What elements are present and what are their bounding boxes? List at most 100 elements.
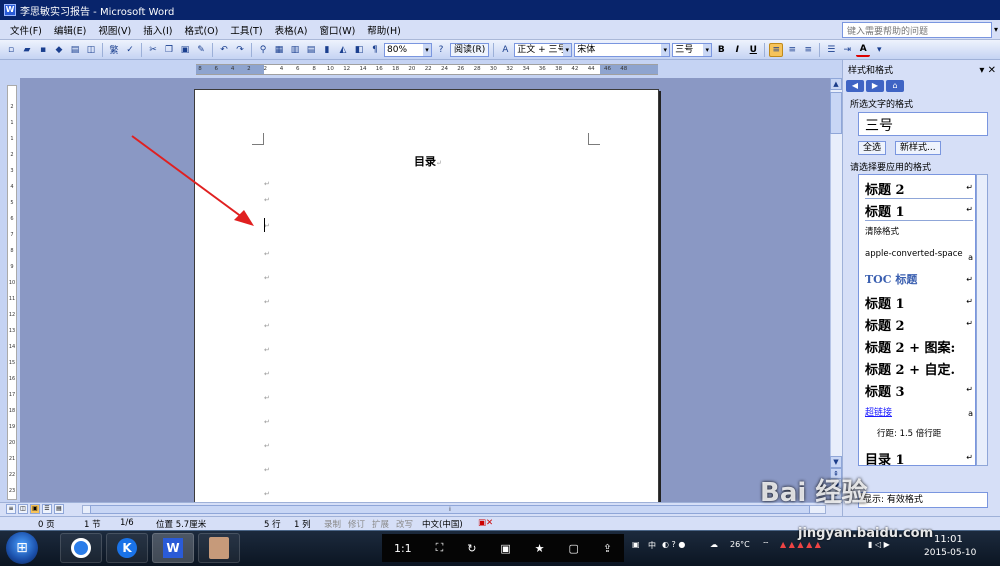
vertical-scrollbar[interactable] <box>830 78 842 502</box>
styles-pane-icon[interactable]: A <box>498 43 512 57</box>
clock-date[interactable]: 2015-05-10 <box>924 548 976 558</box>
normal-view-icon[interactable]: ≡ <box>6 504 16 514</box>
style-select[interactable]: 正文 + 三号 ▾ <box>514 42 573 57</box>
status-record[interactable]: 录制 <box>324 518 341 530</box>
insert-excel-icon[interactable]: ▤ <box>304 43 318 57</box>
menu-insert[interactable]: 插入(I) <box>137 23 178 37</box>
align-right-icon[interactable]: ≡ <box>801 43 815 57</box>
new-style-button[interactable]: 新样式... <box>895 141 941 155</box>
undo-icon[interactable]: ↶ <box>217 43 231 57</box>
web-view-icon[interactable]: ◫ <box>18 504 28 514</box>
taskbar-kugou-icon[interactable]: K <box>106 533 148 563</box>
share-icon[interactable]: ⇪ <box>603 542 612 555</box>
rotate-icon[interactable]: ↻ <box>467 542 476 555</box>
menu-help[interactable]: 帮助(H) <box>361 23 407 37</box>
menu-window[interactable]: 窗口(W) <box>313 23 361 37</box>
outline-view-icon[interactable]: ☰ <box>42 504 52 514</box>
scroll-thumb[interactable] <box>830 92 842 134</box>
redo-icon[interactable]: ↷ <box>233 43 247 57</box>
permission-icon[interactable]: ◆ <box>52 43 66 57</box>
indent-icon[interactable]: ⇥ <box>840 43 854 57</box>
document-heading[interactable]: 目录↵ <box>414 153 442 169</box>
bold-button[interactable]: B <box>714 43 728 57</box>
tray-icons[interactable]: ◐ ? ● <box>662 540 685 549</box>
show-hide-icon[interactable]: ¶ <box>368 43 382 57</box>
menu-file[interactable]: 文件(F) <box>4 23 48 37</box>
italic-button[interactable]: I <box>730 43 744 57</box>
status-overtype[interactable]: 改写 <box>396 518 413 530</box>
taskbar-browser-icon[interactable] <box>60 533 102 563</box>
back-icon[interactable]: ◀ <box>846 80 864 92</box>
read-button[interactable]: 阅读(R) <box>450 42 490 57</box>
ime-icon[interactable]: ▣ <box>632 540 640 549</box>
style-list-scrollbar[interactable] <box>976 174 988 466</box>
columns-icon[interactable]: ▮ <box>320 43 334 57</box>
bullets-icon[interactable]: ☰ <box>824 43 838 57</box>
hyperlink-icon[interactable]: ⚲ <box>256 43 270 57</box>
underline-button[interactable]: U <box>746 43 760 57</box>
style-item[interactable]: 目录 1 <box>865 449 973 465</box>
save-icon[interactable]: ▪ <box>36 43 50 57</box>
document-map-icon[interactable]: ◧ <box>352 43 366 57</box>
style-list[interactable]: 标题 2 ↵ 标题 1 ↵ 清除格式 apple-converted-space a TOC … <box>858 174 976 466</box>
task-pane-close-icon[interactable]: ▾ ✕ <box>979 63 996 79</box>
save-icon[interactable]: ▣ <box>500 542 510 555</box>
style-item[interactable]: 标题 2 <box>865 315 973 334</box>
clock-time[interactable]: 11:01 <box>934 534 963 545</box>
menu-table[interactable]: 表格(A) <box>269 23 314 37</box>
style-item[interactable]: 清除格式 <box>865 225 973 237</box>
help-search-input[interactable]: 键入需要帮助的问题 <box>842 22 992 38</box>
menu-view[interactable]: 视图(V) <box>92 23 137 37</box>
help-dropdown-icon[interactable]: ▾ <box>992 22 1000 38</box>
help-icon[interactable]: ? <box>434 43 448 57</box>
reading-view-icon[interactable]: ▤ <box>54 504 64 514</box>
spelling-status-icon[interactable]: ▣✕ <box>478 518 493 528</box>
copy-icon[interactable]: ❐ <box>162 43 176 57</box>
ratio-button[interactable]: 1:1 <box>394 542 412 555</box>
style-item[interactable]: 标题 1 <box>865 201 973 221</box>
menu-tools[interactable]: 工具(T) <box>224 23 268 37</box>
font-select[interactable]: 宋体 ▾ <box>574 42 671 57</box>
wifi-icon[interactable]: ⌔ <box>762 540 770 550</box>
style-item[interactable]: 超链接 <box>865 405 973 418</box>
format-painter-icon[interactable]: ✎ <box>194 43 208 57</box>
taskbar-photo-icon[interactable] <box>198 533 240 563</box>
open-icon[interactable]: ▰ <box>20 43 34 57</box>
tables-borders-icon[interactable]: ▦ <box>272 43 286 57</box>
home-icon[interactable]: ⌂ <box>886 80 904 92</box>
style-item[interactable]: 行距: 1.5 倍行距 <box>877 427 975 439</box>
print-layout-icon[interactable]: ▣ <box>30 504 40 514</box>
scroll-down-icon[interactable]: ▼ <box>830 456 842 468</box>
style-item[interactable]: apple-converted-space <box>865 249 973 259</box>
scroll-up-icon[interactable]: ▲ <box>830 78 842 90</box>
print-icon[interactable]: ▤ <box>68 43 82 57</box>
drawing-icon[interactable]: ◭ <box>336 43 350 57</box>
zoom-select[interactable]: 80% ▾ <box>384 42 432 57</box>
status-extend[interactable]: 扩展 <box>372 518 389 530</box>
menu-edit[interactable]: 编辑(E) <box>48 23 92 37</box>
bookmark-icon[interactable]: ★ <box>535 542 545 555</box>
new-doc-icon[interactable]: ▫ <box>4 43 18 57</box>
style-item[interactable]: 标题 2 + 自定. <box>865 359 973 378</box>
traditional-chinese-icon[interactable]: 繁 <box>107 43 121 57</box>
insert-table-icon[interactable]: ▥ <box>288 43 302 57</box>
print-preview-icon[interactable]: ◫ <box>84 43 98 57</box>
font-size-select[interactable]: 三号 ▾ <box>672 42 713 57</box>
style-item[interactable]: TOC 标题 <box>865 271 973 287</box>
style-item[interactable]: 标题 2 + 图案: <box>865 337 973 356</box>
toolbar-options-icon[interactable]: ▾ <box>872 43 886 57</box>
paste-icon[interactable]: ▣ <box>178 43 192 57</box>
align-justify-icon[interactable]: ≡ <box>769 42 784 57</box>
style-item[interactable]: 标题 1 <box>865 293 973 312</box>
cut-icon[interactable]: ✂ <box>146 43 160 57</box>
window-icon[interactable]: ▢ <box>568 542 578 555</box>
notification-icons[interactable]: ▲ ▲ ▲ ▲ ▲ <box>780 540 821 549</box>
forward-icon[interactable]: ▶ <box>866 80 884 92</box>
menu-format[interactable]: 格式(O) <box>178 23 224 37</box>
taskbar-word-icon[interactable]: W <box>152 533 194 563</box>
start-button[interactable]: ⊞ <box>6 532 38 564</box>
show-select[interactable]: 显示: 有效格式 <box>858 492 988 508</box>
spelling-icon[interactable]: ✓ <box>123 43 137 57</box>
horizontal-scroll-thumb[interactable]: ⁞ <box>90 505 810 514</box>
ime-lang[interactable]: 中 <box>648 540 656 551</box>
